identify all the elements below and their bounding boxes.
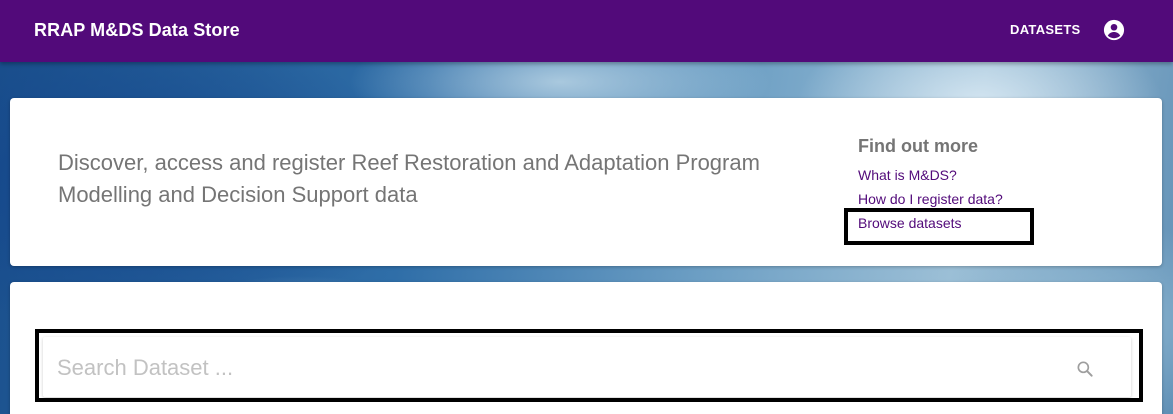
- account-circle-icon[interactable]: [1103, 19, 1125, 41]
- app-title[interactable]: RRAP M&DS Data Store: [34, 20, 240, 41]
- find-out-more-panel: Find out more What is M&DS? How do I reg…: [858, 135, 1118, 235]
- search-field[interactable]: [43, 337, 1131, 397]
- find-out-more-title: Find out more: [858, 136, 978, 156]
- what-is-mds-link[interactable]: What is M&DS?: [858, 163, 1118, 187]
- how-register-data-link[interactable]: How do I register data?: [858, 187, 1118, 211]
- search-input[interactable]: [57, 351, 1047, 385]
- search-icon[interactable]: [1075, 359, 1095, 379]
- intro-text: Discover, access and register Reef Resto…: [58, 150, 760, 207]
- browse-datasets-link[interactable]: Browse datasets: [858, 211, 1118, 235]
- intro-card: Discover, access and register Reef Resto…: [10, 98, 1162, 266]
- app-bar: RRAP M&DS Data Store DATASETS: [0, 0, 1173, 62]
- nav-datasets-link[interactable]: DATASETS: [1010, 22, 1081, 37]
